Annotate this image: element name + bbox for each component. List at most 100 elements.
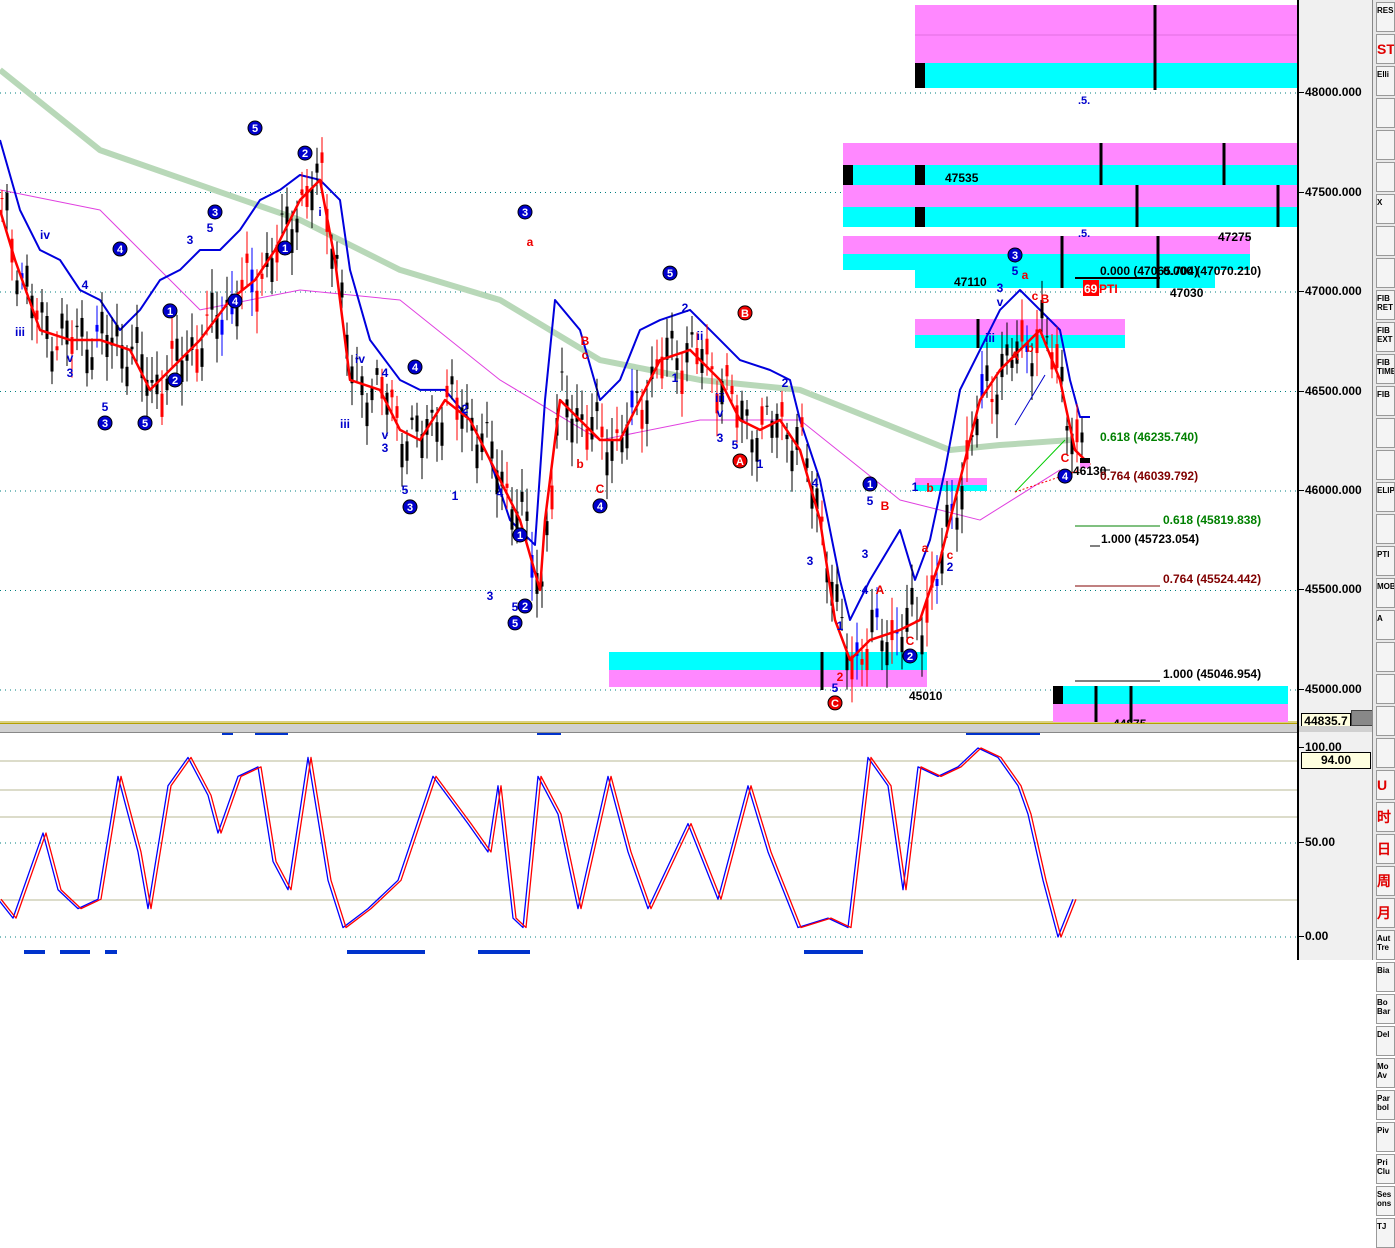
wave-label: 4	[812, 476, 819, 490]
toolbar-button[interactable]: 时	[1376, 802, 1395, 832]
toolbar-button[interactable]: RES	[1376, 2, 1395, 32]
panel-splitter[interactable]	[0, 723, 1297, 733]
candle-body	[645, 400, 649, 424]
candle-body	[315, 163, 319, 173]
candle-body	[520, 491, 524, 502]
candle-body	[900, 636, 904, 653]
wave-label: b	[1026, 341, 1033, 355]
toolbar-button[interactable]: 周	[1376, 866, 1395, 896]
candle-body	[175, 338, 179, 361]
candle-body	[60, 313, 64, 329]
candle-body	[1080, 432, 1084, 443]
toolbar-button[interactable]	[1376, 706, 1395, 736]
toolbar-button[interactable]: PTI	[1376, 546, 1395, 576]
wave-label: 1	[167, 306, 173, 318]
fib-level-label: 1.000 (45046.954)	[1163, 667, 1261, 681]
toolbar-button[interactable]: Elli	[1376, 66, 1395, 96]
candle-body	[1055, 344, 1059, 368]
toolbar-button[interactable]: FIB TIME	[1376, 354, 1395, 384]
toolbar-button[interactable]	[1376, 674, 1395, 704]
wave-label: 4	[597, 501, 604, 513]
candle-body	[880, 640, 884, 652]
toolbar-button[interactable]: ELIPS	[1376, 482, 1395, 512]
toolbar-button[interactable]: Aut Tre	[1376, 930, 1395, 960]
candle-body	[785, 434, 789, 440]
wave-label: 1	[517, 530, 523, 542]
osc-tick: 0.00	[1298, 929, 1329, 943]
candle-body	[1020, 320, 1024, 342]
toolbar-button[interactable]: Bia	[1376, 962, 1395, 992]
wave-label: a	[1022, 268, 1029, 282]
candle-body	[995, 394, 999, 415]
toolbar-button[interactable]: MOB	[1376, 578, 1395, 608]
price-tick: 47500.000	[1299, 185, 1362, 199]
toolbar-button[interactable]	[1376, 642, 1395, 672]
wave-label: 5	[207, 221, 214, 235]
toolbar-button[interactable]: FIB	[1376, 386, 1395, 416]
candle-body	[295, 218, 299, 233]
wave-label: v	[717, 406, 724, 420]
wave-label: 1	[452, 489, 459, 503]
candle-body	[320, 152, 324, 163]
candle-body	[485, 422, 489, 424]
toolbar-button[interactable]	[1376, 98, 1395, 128]
toolbar-button[interactable]: Del	[1376, 1026, 1395, 1056]
candle-body	[365, 402, 369, 427]
toolbar-button[interactable]	[1376, 130, 1395, 160]
toolbar-button[interactable]	[1376, 450, 1395, 480]
toolbar-button[interactable]	[1376, 418, 1395, 448]
wave-label: 5	[867, 494, 874, 508]
candle-body	[800, 417, 804, 428]
wave-label: 4	[117, 244, 124, 256]
wave-label: 4	[1062, 471, 1069, 483]
price-chart[interactable]: 521341243 5354312541234BACiviiiv34535iivi…	[0, 0, 1297, 960]
toolbar-button[interactable]: Ses ons	[1376, 1186, 1395, 1216]
candle-body	[605, 452, 609, 476]
toolbar-button[interactable]: X	[1376, 194, 1395, 224]
toolbar-button[interactable]	[1376, 226, 1395, 256]
toolbar-button[interactable]: Piv	[1376, 1122, 1395, 1152]
toolbar-button[interactable]: U	[1376, 770, 1395, 800]
wave-label: v	[67, 351, 74, 365]
candle-body	[15, 280, 19, 295]
toolbar-button[interactable]: Bo Bar	[1376, 994, 1395, 1024]
candle-body	[890, 620, 894, 641]
candle-body	[740, 400, 744, 423]
wave-label: 3	[717, 431, 724, 445]
candle-body	[835, 584, 839, 602]
toolbar-button[interactable]	[1376, 258, 1395, 288]
toolbar-button[interactable]	[1376, 162, 1395, 192]
toolbar-button[interactable]: Pri Clu	[1376, 1154, 1395, 1184]
wave-label: C	[596, 482, 605, 496]
toolbar-button[interactable]: STU	[1376, 34, 1395, 64]
scale-icon[interactable]	[1351, 710, 1373, 726]
wave-label: c	[1032, 289, 1039, 303]
toolbar-button[interactable]: Par bol	[1376, 1090, 1395, 1120]
wave-label: iv	[355, 352, 365, 366]
fib-level-label: 0.000 (47070.210)	[1163, 264, 1261, 278]
toolbar-button[interactable]	[1376, 738, 1395, 768]
toolbar-button[interactable]: 日	[1376, 834, 1395, 864]
wave-label: ii	[697, 329, 704, 343]
wave-label: 4	[497, 486, 504, 500]
candle-body	[135, 327, 139, 344]
toolbar-button[interactable]: FIB EXT	[1376, 322, 1395, 352]
toolbar-button[interactable]: FIB RET	[1376, 290, 1395, 320]
toolbar-button[interactable]: TJ	[1376, 1218, 1395, 1248]
wave-label: 5	[512, 600, 519, 614]
candle-body	[450, 376, 454, 385]
candle-body	[475, 444, 479, 469]
candle-body	[160, 393, 164, 417]
candle-body	[1065, 426, 1069, 431]
candle-body	[710, 366, 714, 370]
toolbar-button[interactable]: A	[1376, 610, 1395, 640]
candle-body	[410, 417, 414, 421]
pti-label: PTI	[1099, 282, 1118, 296]
toolbar-button[interactable]: 月	[1376, 898, 1395, 928]
wave-label: 3	[382, 441, 389, 455]
toolbar-button[interactable]	[1376, 514, 1395, 544]
price-tick: 46500.000	[1299, 384, 1362, 398]
wave-label: 5	[142, 418, 148, 430]
toolbar-button[interactable]: Mo Av	[1376, 1058, 1395, 1088]
candle-body	[775, 413, 779, 438]
